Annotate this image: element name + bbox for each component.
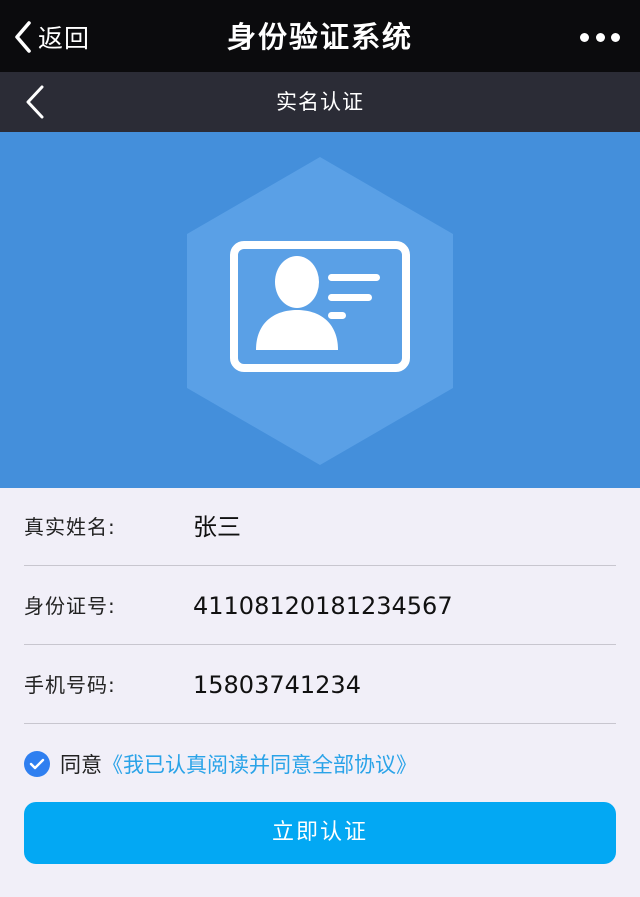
hexagon-shape xyxy=(187,157,453,465)
person-head xyxy=(275,256,319,308)
page-title: 实名认证 xyxy=(276,90,364,114)
app-title: 身份验证系统 xyxy=(226,20,413,54)
phone-row: 手机号码: 15803741234 xyxy=(0,646,640,724)
more-button[interactable] xyxy=(580,20,620,54)
more-dots-icon xyxy=(580,32,589,42)
card-line xyxy=(328,294,372,301)
divider xyxy=(24,644,616,645)
more-dot xyxy=(611,32,620,42)
page-header: 实名认证 xyxy=(0,72,640,132)
name-label: 真实姓名: xyxy=(24,515,116,539)
divider xyxy=(24,723,616,724)
divider xyxy=(24,565,616,566)
id-card-icon xyxy=(187,157,453,465)
phone-label: 手机号码: xyxy=(24,673,116,697)
agreement-checkbox[interactable] xyxy=(24,751,50,777)
phone-field[interactable]: 15803741234 xyxy=(193,646,361,724)
id-number-field[interactable]: 41108120181234567 xyxy=(193,567,453,645)
checkmark-icon xyxy=(29,758,45,770)
top-bar: 返回 身份验证系统 xyxy=(0,0,640,72)
agreement-prefix: 同意 xyxy=(60,753,102,777)
id-number-row: 身份证号: 41108120181234567 xyxy=(0,567,640,645)
hero-banner xyxy=(0,132,640,488)
name-row: 真实姓名: 张三 xyxy=(0,488,640,566)
submit-button[interactable]: 立即认证 xyxy=(24,802,616,864)
id-number-label: 身份证号: xyxy=(24,594,116,618)
agreement-link[interactable]: 《我已认真阅读并同意全部协议》 xyxy=(102,749,417,779)
card-line xyxy=(328,274,380,281)
agreement: 同意 《我已认真阅读并同意全部协议》 xyxy=(24,748,417,780)
card-line xyxy=(328,312,346,319)
more-dot xyxy=(595,32,605,42)
name-field[interactable]: 张三 xyxy=(193,488,241,566)
